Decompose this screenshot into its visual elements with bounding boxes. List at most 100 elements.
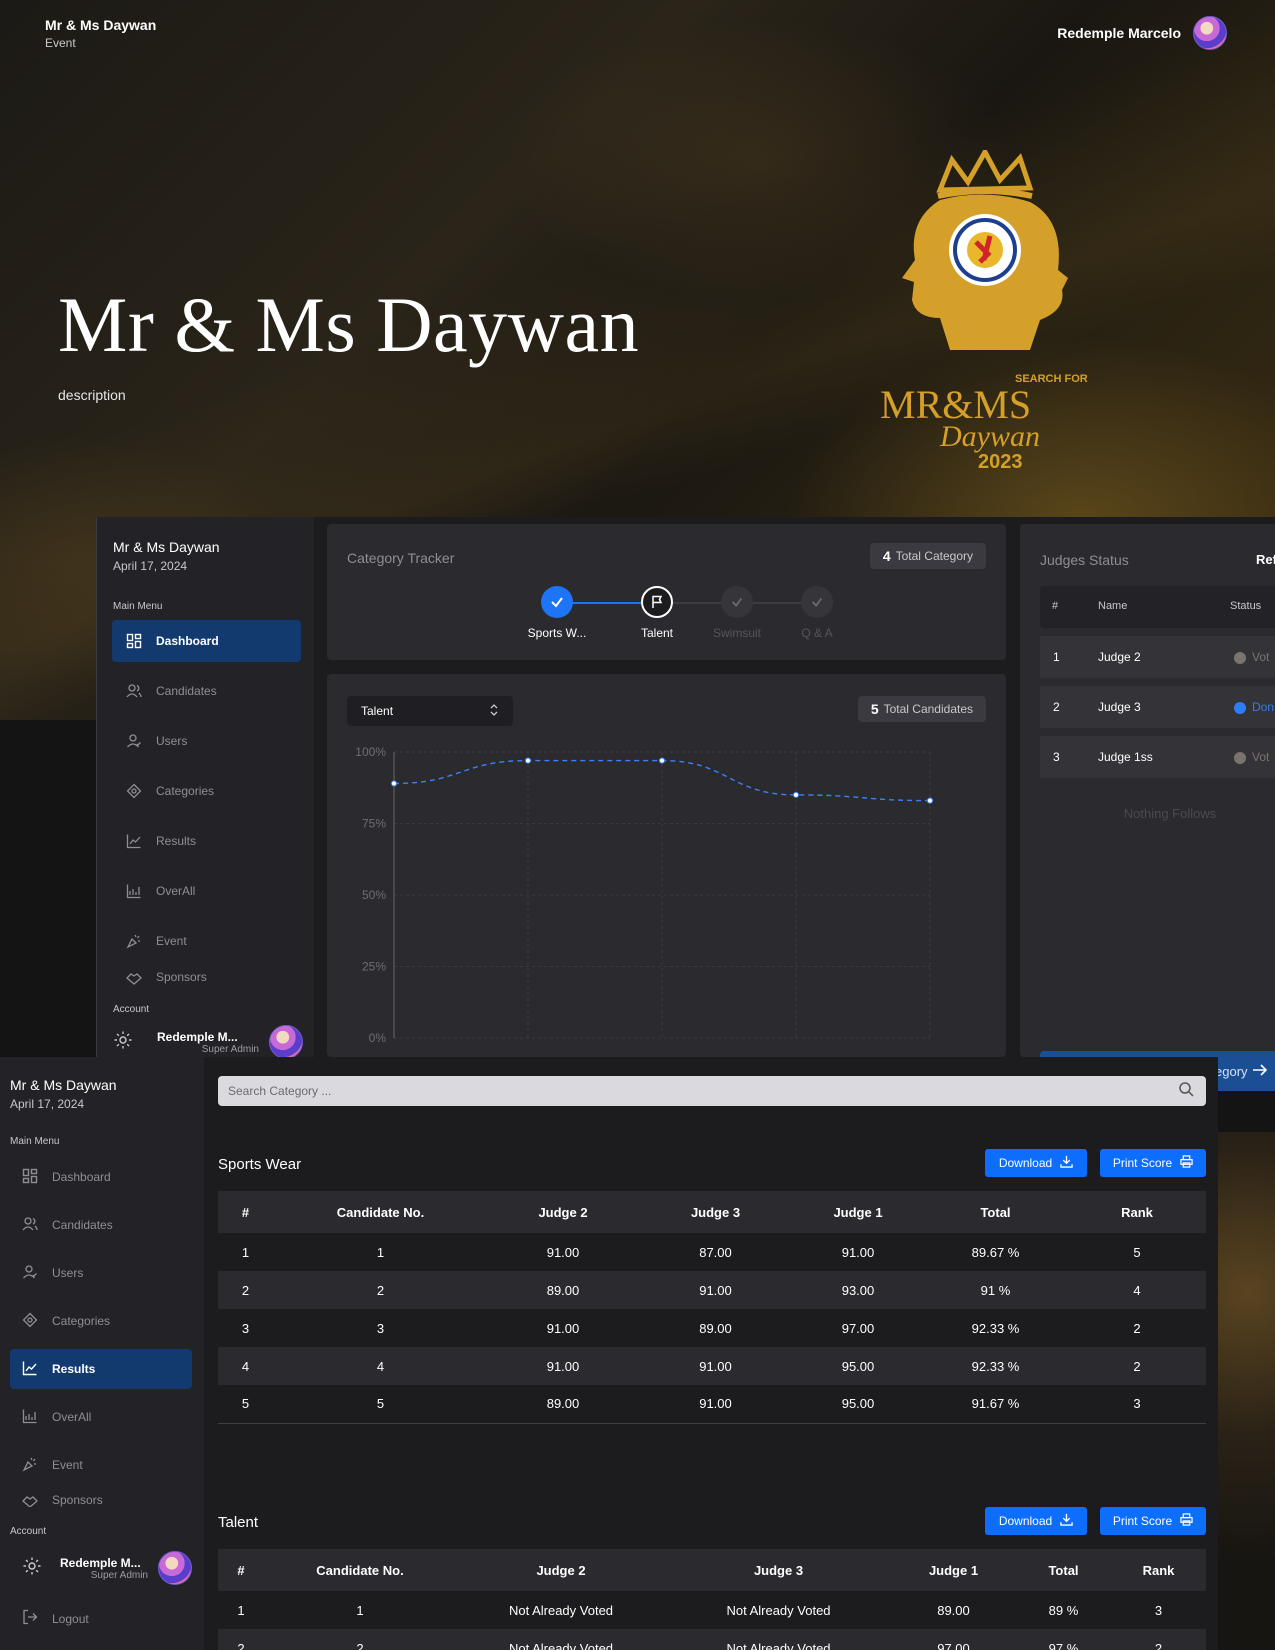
column-header[interactable]: Judge 2 [456, 1549, 666, 1591]
step-swimsuit[interactable]: Swimsuit [697, 586, 777, 640]
sidebar-item-label: OverAll [52, 1410, 92, 1424]
judges-status-card: Judges Status Ref # Name Status 1 Judge … [1020, 524, 1275, 1057]
table-row[interactable]: 2 2 Not Already Voted Not Already Voted 97.0… [218, 1629, 1206, 1650]
sidebar-item-dashboard[interactable]: Dashboard [112, 620, 301, 662]
column-header[interactable]: # [218, 1549, 264, 1591]
judge-row[interactable]: 1 Judge 2 Vot [1040, 636, 1275, 678]
cell-rank: 2 [1111, 1629, 1206, 1650]
cell-num: 3 [241, 1320, 250, 1336]
cell-rank: 4 [1068, 1271, 1206, 1309]
judge-row[interactable]: 3 Judge 1ss Vot [1040, 736, 1275, 778]
y-tick-label: 50% [362, 888, 386, 902]
download-button[interactable]: Download [985, 1149, 1087, 1177]
step-talent[interactable]: Talent [617, 586, 697, 640]
step-label: Q & A [801, 626, 833, 640]
gear-icon[interactable] [22, 1556, 42, 1581]
column-header[interactable]: Judge 3 [638, 1191, 793, 1233]
overall-icon [126, 883, 142, 899]
sidebar-item-sponsors[interactable]: Sponsors [112, 970, 301, 988]
download-label: Download [998, 1514, 1053, 1528]
sidebar-item-candidates[interactable]: Candidates [10, 1205, 192, 1245]
sidebar-item-categories[interactable]: Categories [112, 770, 301, 812]
status-dot-icon [1234, 701, 1246, 714]
print-score-button[interactable]: Print Score [1100, 1507, 1206, 1535]
column-header[interactable]: Rank [1111, 1549, 1206, 1591]
sidebar-brand: Mr & Ms Daywan April 17, 2024 [10, 1077, 117, 1111]
table-row[interactable]: 1 1 Not Already Voted Not Already Voted 89.0… [218, 1591, 1206, 1629]
sidebar-item-categories[interactable]: Categories [10, 1301, 192, 1341]
sidebar-item-event[interactable]: Event [112, 920, 301, 962]
cell-total: 91 % [923, 1271, 1068, 1309]
results-icon [126, 833, 142, 849]
cell-rank: 3 [1068, 1385, 1206, 1424]
sidebar-item-users[interactable]: Users [112, 720, 301, 762]
sidebar: Mr & Ms Daywan April 17, 2024 Main Menu … [0, 1057, 204, 1650]
column-header[interactable]: Candidate No. [264, 1549, 456, 1591]
logout-button[interactable]: Logout [22, 1609, 89, 1628]
column-header[interactable]: Total [1016, 1549, 1111, 1591]
cell-candidate: 1 [376, 1244, 385, 1260]
table-row[interactable]: 4 4 91.00 91.00 95.00 92.33 % 2 [218, 1347, 1206, 1385]
step-qa[interactable]: Q & A [777, 586, 857, 640]
brand[interactable]: Mr & Ms Daywan Event [45, 17, 156, 50]
sidebar-item-dashboard[interactable]: Dashboard [10, 1157, 192, 1197]
column-header[interactable]: Judge 1 [793, 1191, 923, 1233]
sidebar-item-overall[interactable]: OverAll [10, 1397, 192, 1437]
app-title: Mr & Ms Daywan [113, 539, 220, 555]
user-menu[interactable]: Redemple Marcelo [1057, 16, 1227, 50]
account-profile[interactable]: Redemple M... Super Admin [113, 1025, 303, 1057]
header-name: Name [1098, 600, 1128, 612]
table-row[interactable]: 3 3 91.00 89.00 97.00 92.33 % 2 [218, 1309, 1206, 1347]
step-label: Sports W... [527, 626, 587, 640]
sidebar-item-event[interactable]: Event [10, 1445, 192, 1485]
avatar[interactable] [158, 1551, 192, 1585]
cell-judge-2: Not Already Voted [456, 1629, 666, 1650]
column-header[interactable]: # [218, 1191, 273, 1233]
column-header[interactable]: Candidate No. [273, 1191, 488, 1233]
sidebar-item-label: Dashboard [52, 1170, 111, 1184]
account-name: Redemple M... [60, 1555, 141, 1570]
data-point [792, 791, 800, 799]
cell-judge-1: 91.00 [841, 1244, 875, 1260]
column-header[interactable]: Total [923, 1191, 1068, 1233]
overall-icon [22, 1408, 38, 1427]
sidebar-item-results[interactable]: Results [112, 820, 301, 862]
table-row[interactable]: 1 1 91.00 87.00 91.00 89.67 % 5 [218, 1233, 1206, 1271]
column-header[interactable]: Judge 2 [488, 1191, 638, 1233]
column-header[interactable]: Rank [1068, 1191, 1206, 1233]
step-sports-wear[interactable]: Sports W... [517, 586, 597, 640]
y-tick-label: 100% [355, 745, 386, 759]
gear-icon[interactable] [113, 1030, 133, 1055]
account-role: Super Admin [90, 1569, 148, 1581]
cell-rank: 2 [1133, 1320, 1141, 1336]
judge-name: Judge 2 [1098, 650, 1141, 664]
cell-total: 97 % [1016, 1629, 1111, 1650]
avatar[interactable] [269, 1025, 303, 1057]
categories-icon [22, 1312, 38, 1331]
download-button[interactable]: Download [985, 1507, 1087, 1535]
sidebar-item-overall[interactable]: OverAll [112, 870, 301, 912]
search-icon[interactable] [1178, 1081, 1194, 1102]
sidebar-item-results[interactable]: Results [10, 1349, 192, 1389]
column-header[interactable]: Judge 3 [666, 1549, 891, 1591]
step-label: Swimsuit [712, 626, 761, 640]
print-score-button[interactable]: Print Score [1100, 1149, 1206, 1177]
cell-total: 92.33 % [923, 1347, 1068, 1385]
search-bar[interactable] [218, 1076, 1206, 1106]
refresh-button[interactable]: Ref [1256, 552, 1275, 567]
sidebar-item-users[interactable]: Users [10, 1253, 192, 1293]
column-header[interactable]: Judge 1 [891, 1549, 1016, 1591]
sidebar-item-candidates[interactable]: Candidates [112, 670, 301, 712]
sidebar: Mr & Ms Daywan April 17, 2024 Main Menu … [96, 517, 314, 1057]
account-profile[interactable]: Redemple M... Super Admin [22, 1551, 192, 1585]
table-row[interactable]: 5 5 89.00 91.00 95.00 91.67 % 3 [218, 1385, 1206, 1424]
check-icon [721, 586, 753, 618]
cell-rank: 3 [1154, 1602, 1163, 1618]
sidebar-item-sponsors[interactable]: Sponsors [10, 1493, 192, 1507]
table-row[interactable]: 2 2 89.00 91.00 93.00 91 % 4 [218, 1271, 1206, 1309]
avatar[interactable] [1193, 16, 1227, 50]
page-title: Mr & Ms Daywan [58, 281, 640, 368]
judge-row[interactable]: 2 Judge 3 Don [1040, 686, 1275, 728]
cell-judge-2: 89.00 [488, 1271, 638, 1309]
search-input[interactable] [228, 1084, 1128, 1098]
